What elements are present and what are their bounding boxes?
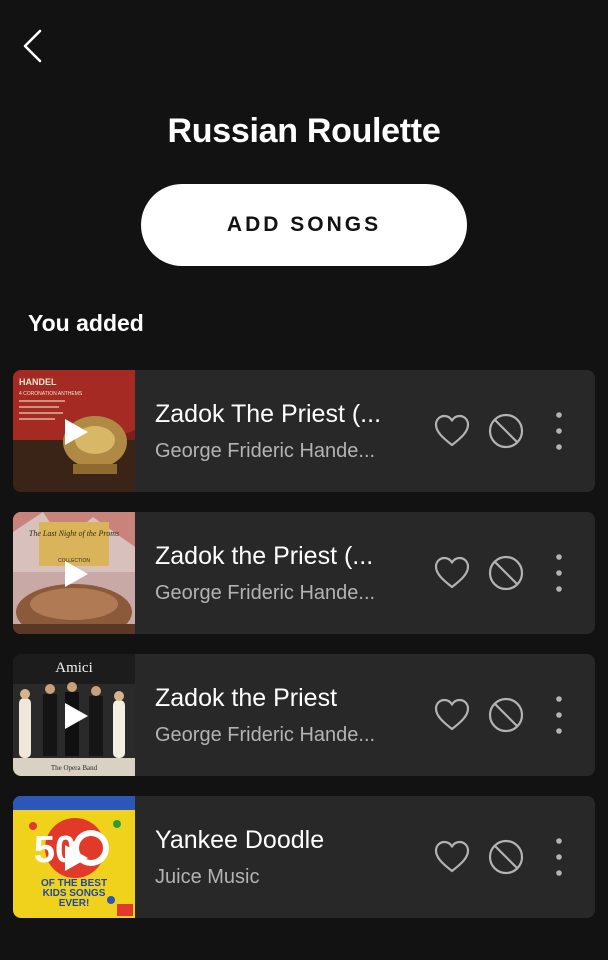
track-row[interactable]: Amici The Opera Band Zadok the Priest Ge… (13, 654, 595, 776)
cover-text: The Opera Band (51, 764, 98, 772)
back-button[interactable] (14, 24, 50, 68)
cover-text: Amici (55, 660, 93, 676)
more-vertical-icon[interactable] (547, 692, 571, 738)
heart-icon[interactable] (433, 412, 471, 450)
section-label-you-added: You added (28, 310, 144, 336)
track-title: Yankee Doodle (155, 826, 325, 854)
block-icon[interactable] (487, 412, 525, 450)
cover-text: The Last Night of the Proms (29, 529, 119, 538)
block-icon[interactable] (487, 554, 525, 592)
heart-icon[interactable] (433, 838, 471, 876)
heart-icon[interactable] (433, 696, 471, 734)
playlist-screen: Russian Roulette ADD SONGS You added HAN… (0, 0, 608, 960)
track-list: HANDEL 4 CORONATION ANTHEMS Zadok The Pr… (13, 370, 595, 938)
cover-text: EVER! (59, 898, 90, 909)
playlist-title: Russian Roulette (167, 112, 441, 150)
more-vertical-icon[interactable] (547, 550, 571, 596)
track-artist: George Frideric Hande... (155, 440, 376, 462)
track-title: Zadok the Priest (155, 684, 338, 712)
album-cover[interactable]: HANDEL 4 CORONATION ANTHEMS (13, 370, 135, 492)
track-row[interactable]: The Last Night of the Proms COLLECTION Z… (13, 512, 595, 634)
track-artist: George Frideric Hande... (155, 582, 376, 604)
add-songs-button[interactable]: ADD SONGS (141, 184, 467, 266)
play-icon (65, 845, 88, 871)
more-vertical-icon[interactable] (547, 834, 571, 880)
more-vertical-icon[interactable] (547, 408, 571, 454)
album-cover[interactable]: Amici The Opera Band (13, 654, 135, 776)
heart-icon[interactable] (433, 554, 471, 592)
block-icon[interactable] (487, 696, 525, 734)
cover-text: 4 CORONATION ANTHEMS (19, 391, 83, 397)
chevron-left-icon (23, 29, 42, 63)
play-icon (65, 561, 88, 587)
play-icon (65, 419, 88, 445)
album-cover[interactable]: 50 OF THE BEST KIDS SONGS EVER! (13, 796, 135, 918)
track-artist: George Frideric Hande... (155, 724, 376, 746)
album-cover[interactable]: The Last Night of the Proms COLLECTION (13, 512, 135, 634)
track-artist: Juice Music (155, 866, 260, 888)
play-icon (65, 703, 88, 729)
block-icon[interactable] (487, 838, 525, 876)
track-row[interactable]: HANDEL 4 CORONATION ANTHEMS Zadok The Pr… (13, 370, 595, 492)
track-row[interactable]: 50 OF THE BEST KIDS SONGS EVER! Yankee D… (13, 796, 595, 918)
track-title: Zadok the Priest (... (155, 542, 374, 570)
track-title: Zadok The Priest (... (155, 400, 382, 428)
cover-text: HANDEL (19, 377, 57, 387)
